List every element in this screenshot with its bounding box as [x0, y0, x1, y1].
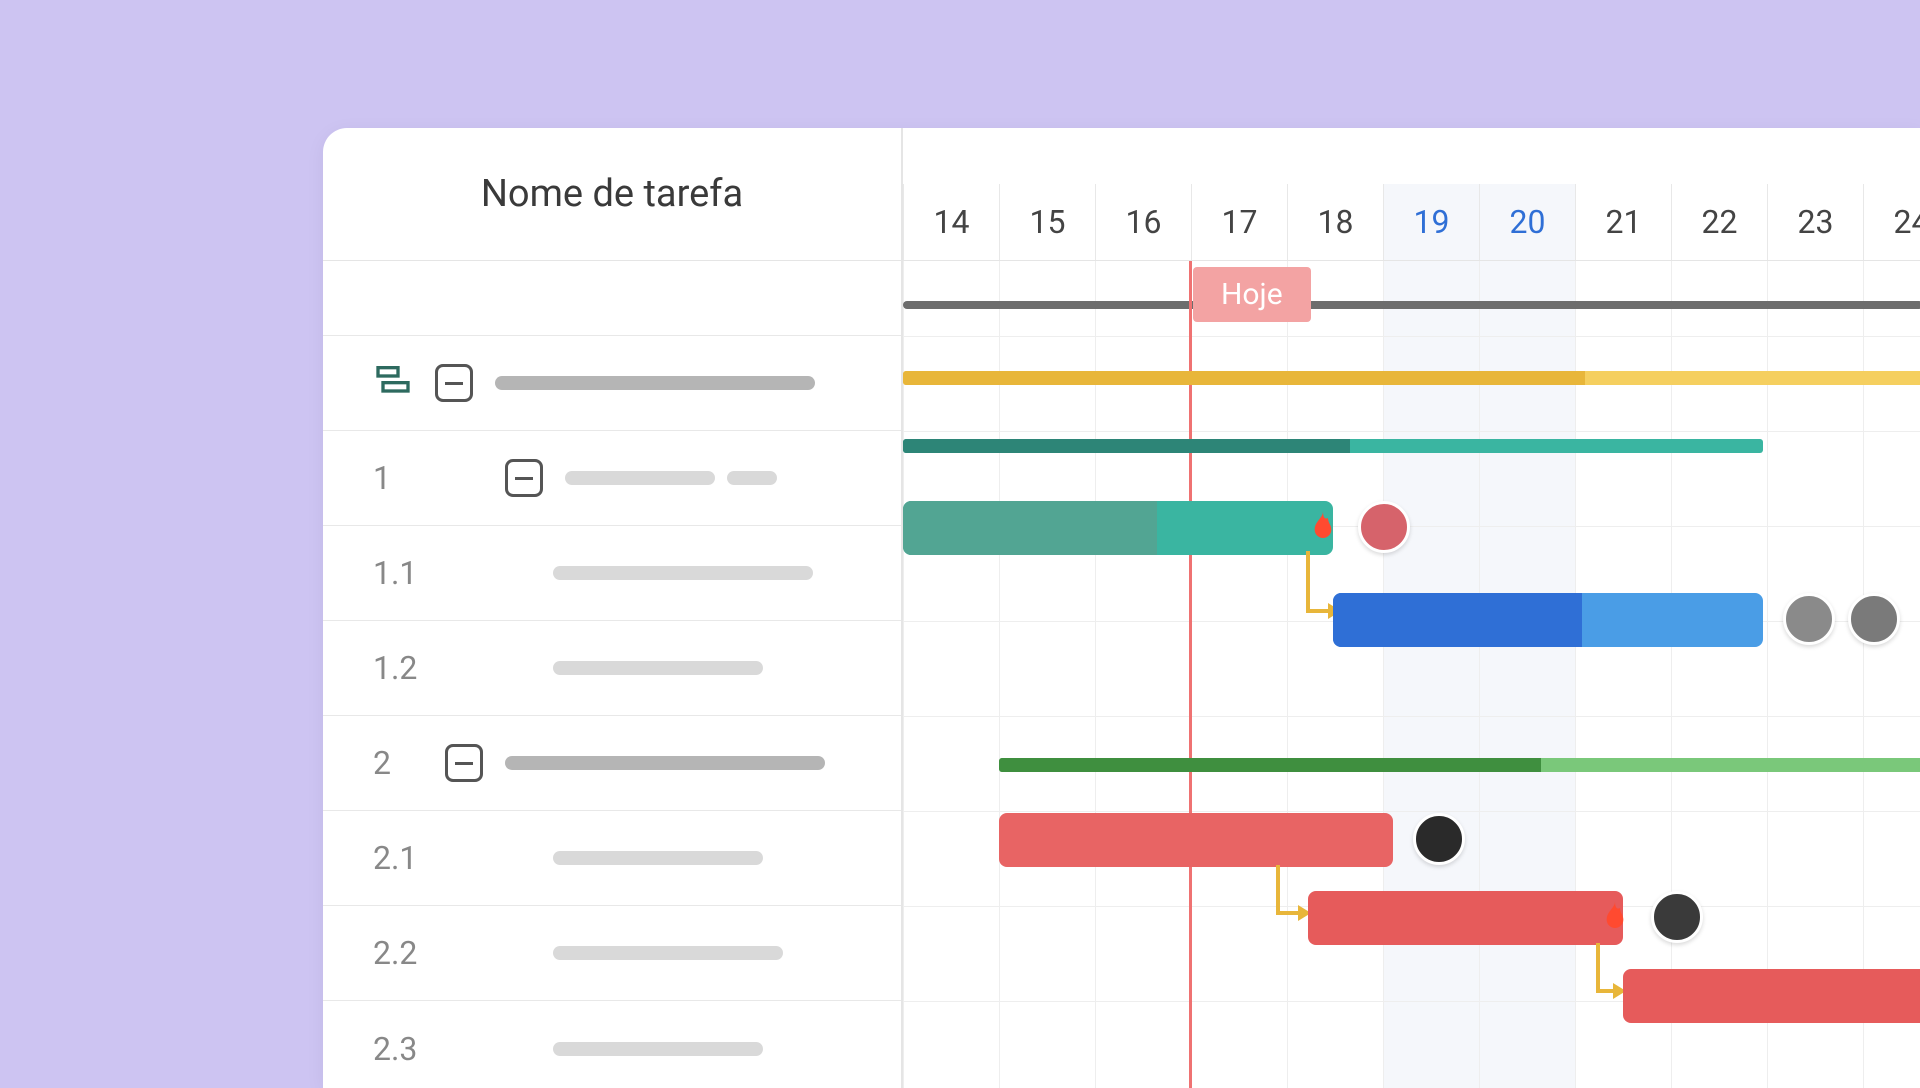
wbs-number: 2.3	[373, 1030, 443, 1068]
date-cell[interactable]: 22	[1671, 184, 1767, 260]
summary-bar-project[interactable]	[903, 371, 1920, 385]
today-label: Hoje	[1193, 267, 1311, 322]
collapse-button[interactable]	[505, 459, 543, 497]
task-name-placeholder	[553, 1042, 763, 1056]
gantt-window: Nome de tarefa 1	[323, 128, 1920, 1088]
date-cell[interactable]: 23	[1767, 184, 1863, 260]
wbs-number: 1	[373, 459, 423, 497]
column-title: Nome de tarefa	[481, 172, 743, 216]
collapse-button[interactable]	[445, 744, 483, 782]
task-name-placeholder	[553, 851, 763, 865]
avatar[interactable]	[1848, 593, 1900, 645]
summary-bar-group-2[interactable]	[999, 758, 1920, 772]
avatar[interactable]	[1413, 813, 1465, 865]
task-bar-2-1[interactable]	[999, 813, 1393, 867]
task-name-placeholder	[565, 471, 715, 485]
sidebar-spacer-row	[323, 261, 901, 336]
sidebar-row-group-1[interactable]: 1	[323, 431, 901, 526]
sidebar-row-group-2[interactable]: 2	[323, 716, 901, 811]
task-name-placeholder	[495, 376, 815, 390]
fire-icon	[1595, 898, 1635, 938]
task-name-placeholder	[505, 756, 825, 770]
date-cell[interactable]: 20	[1479, 184, 1575, 260]
sidebar-row-task-2-1[interactable]: 2.1	[323, 811, 901, 906]
fire-icon	[1303, 508, 1343, 548]
date-cell[interactable]: 14	[903, 184, 999, 260]
task-name-placeholder	[553, 661, 763, 675]
sidebar-row-task-1-1[interactable]: 1.1	[323, 526, 901, 621]
wbs-number: 1.2	[373, 649, 443, 687]
sidebar-row-task-1-2[interactable]: 1.2	[323, 621, 901, 716]
task-name-placeholder	[553, 946, 783, 960]
date-cell[interactable]: 19	[1383, 184, 1479, 260]
sidebar-row-task-2-3[interactable]: 2.3	[323, 1001, 901, 1088]
avatar[interactable]	[1358, 501, 1410, 553]
wbs-number: 2.2	[373, 934, 443, 972]
gantt-icon	[373, 361, 413, 405]
gantt-grid[interactable]: Hoje	[903, 261, 1920, 1088]
summary-bar-group-1[interactable]	[903, 439, 1763, 453]
wbs-number: 2.1	[373, 839, 443, 877]
sidebar-row-project[interactable]	[323, 336, 901, 431]
wbs-number: 2	[373, 744, 423, 782]
date-cell[interactable]: 16	[1095, 184, 1191, 260]
task-sidebar: Nome de tarefa 1	[323, 128, 903, 1088]
avatar[interactable]	[1783, 593, 1835, 645]
sidebar-row-task-2-2[interactable]: 2.2	[323, 906, 901, 1001]
date-cell[interactable]: 17	[1191, 184, 1287, 260]
today-line	[1189, 261, 1192, 1088]
date-cell[interactable]: 15	[999, 184, 1095, 260]
gantt-timeline[interactable]: 1415161718192021222324	[903, 128, 1920, 1088]
task-name-placeholder	[553, 566, 813, 580]
task-bar-2-2[interactable]	[1308, 891, 1623, 945]
task-name-placeholder	[727, 471, 777, 485]
date-cell[interactable]: 21	[1575, 184, 1671, 260]
date-cell[interactable]: 18	[1287, 184, 1383, 260]
sidebar-header: Nome de tarefa	[323, 128, 901, 261]
task-bar-1-1[interactable]	[903, 501, 1333, 555]
task-bar-1-2[interactable]	[1333, 593, 1763, 647]
wbs-number: 1.1	[373, 554, 443, 592]
task-bar-2-3[interactable]	[1623, 969, 1920, 1023]
avatar[interactable]	[1651, 891, 1703, 943]
timeline-range-indicator	[903, 301, 1920, 309]
collapse-button[interactable]	[435, 364, 473, 402]
date-cell[interactable]: 24	[1863, 184, 1920, 260]
date-header: 1415161718192021222324	[903, 128, 1920, 261]
